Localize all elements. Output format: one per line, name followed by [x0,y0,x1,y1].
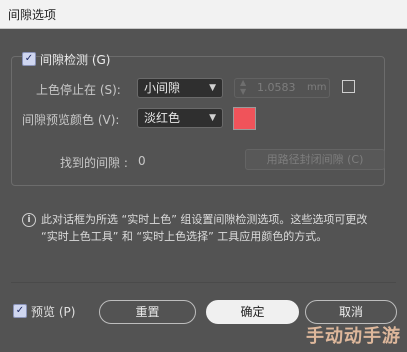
spinner-up-icon: ▲ [240,78,247,87]
ok-button[interactable]: 确定 [206,300,299,324]
info-text: 此对话框为所选 “实时上色” 组设置间隙检测选项。这些选项可更改 “实时上色工具… [41,213,368,243]
custom-gap-checkbox[interactable] [342,80,355,93]
cancel-button[interactable]: 取消 [305,300,397,324]
custom-gap-unit: mm [307,82,327,93]
reset-button[interactable]: 重置 [99,300,196,324]
gaps-found-label: 找到的间隙 : [60,156,128,170]
window-title: 间隙选项 [8,8,57,22]
gaps-found-count: 0 [138,154,146,168]
custom-gap-input[interactable]: ▲ ▼ 1.0583 mm [234,78,330,98]
close-gaps-button[interactable]: 用路径封闭间隙 (C) [245,149,385,170]
preview-color-select[interactable]: 淡红色 ▼ [137,108,223,128]
gap-detection-label: 间隙检测 (G) [40,53,111,67]
info-icon: i [22,213,36,227]
watermark: 手动动手游 [306,326,401,347]
chevron-down-icon: ▼ [209,113,216,123]
stop-at-value: 小间隙 [144,81,181,95]
preview-color-swatch[interactable] [233,107,256,130]
spinner-down-icon: ▼ [240,87,247,96]
title-bar: 间隙选项 [0,0,407,29]
preview-color-value: 淡红色 [144,111,181,125]
chevron-down-icon: ▼ [209,83,216,93]
divider [11,282,396,283]
gap-detection-checkbox[interactable]: ✓ [22,52,36,66]
preview-color-label: 间隙预览颜色 (V): [22,113,120,127]
custom-gap-value: 1.0583 [257,81,296,94]
stop-at-select[interactable]: 小间隙 ▼ [137,78,223,98]
preview-label: 预览 (P) [31,305,76,319]
stop-at-label: 上色停止在 (S): [36,83,121,97]
preview-checkbox[interactable]: ✓ [13,304,27,318]
